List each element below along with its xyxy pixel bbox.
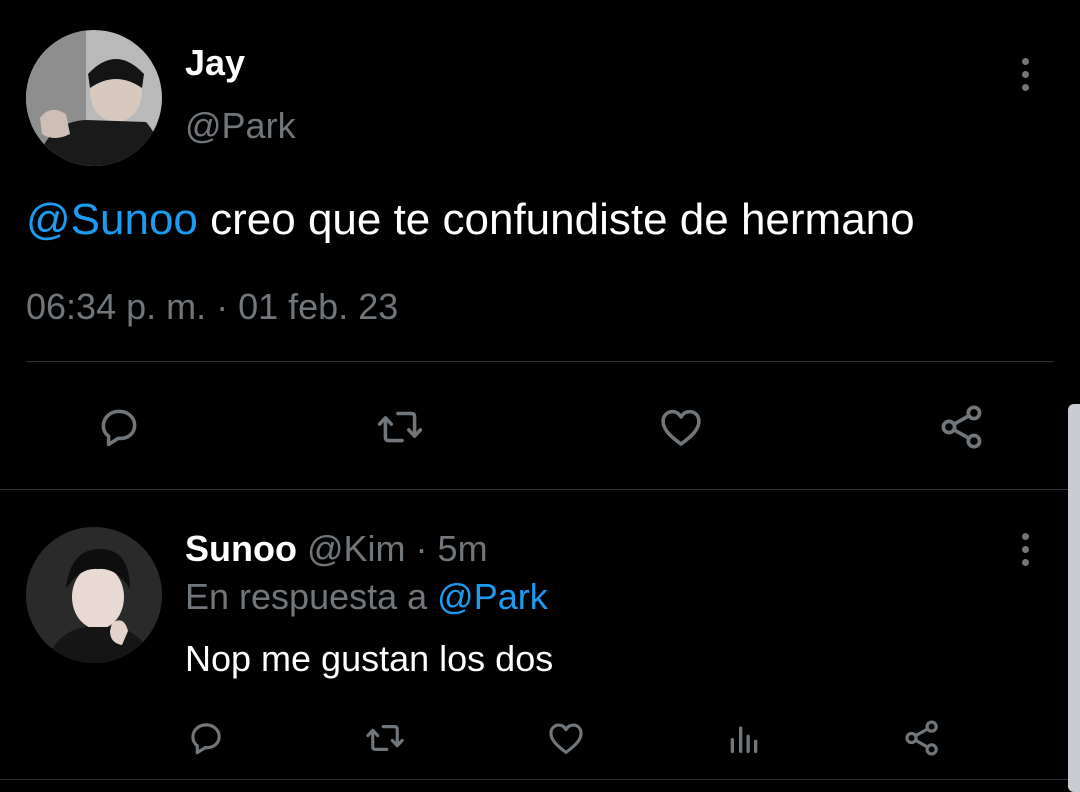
reply-icon[interactable] xyxy=(92,400,146,454)
tweet-text: @Sunoo creo que te confundiste de herman… xyxy=(26,194,915,246)
author-handle[interactable]: @Park xyxy=(185,106,296,146)
scrollbar[interactable] xyxy=(1068,404,1080,792)
in-reply-prefix: En respuesta a xyxy=(185,576,438,617)
analytics-icon[interactable] xyxy=(720,714,768,762)
in-reply-handle[interactable]: @Park xyxy=(437,576,548,617)
divider xyxy=(0,779,1080,780)
mention-link[interactable]: @Sunoo xyxy=(26,195,198,244)
author-name[interactable]: Sunoo xyxy=(185,528,297,569)
avatar[interactable] xyxy=(26,30,162,166)
like-icon[interactable] xyxy=(654,400,708,454)
tweet-body: creo que te confundiste de hermano xyxy=(197,195,915,244)
reply-text: Nop me gustan los dos xyxy=(185,638,554,679)
share-icon[interactable] xyxy=(934,400,990,454)
divider xyxy=(26,361,1054,362)
like-icon[interactable] xyxy=(542,714,590,762)
retweet-icon[interactable] xyxy=(360,714,410,762)
retweet-icon[interactable] xyxy=(370,400,430,454)
avatar-photo xyxy=(26,30,162,166)
more-options-icon[interactable] xyxy=(1020,58,1030,91)
more-options-icon[interactable] xyxy=(1020,533,1030,566)
separator: · xyxy=(405,528,438,569)
avatar-photo xyxy=(26,527,162,663)
author-handle[interactable]: @Kim xyxy=(307,528,406,569)
in-reply-to: En respuesta a @Park xyxy=(185,576,548,618)
reply-icon[interactable] xyxy=(182,714,230,762)
avatar[interactable] xyxy=(26,527,162,663)
share-icon[interactable] xyxy=(898,714,946,762)
timestamp[interactable]: 06:34 p. m. · 01 feb. 23 xyxy=(26,286,398,328)
author-name[interactable]: Jay xyxy=(185,43,245,83)
reply-header: Sunoo @Kim · 5m xyxy=(185,528,488,570)
divider xyxy=(0,489,1080,490)
reply-time[interactable]: 5m xyxy=(438,528,488,569)
